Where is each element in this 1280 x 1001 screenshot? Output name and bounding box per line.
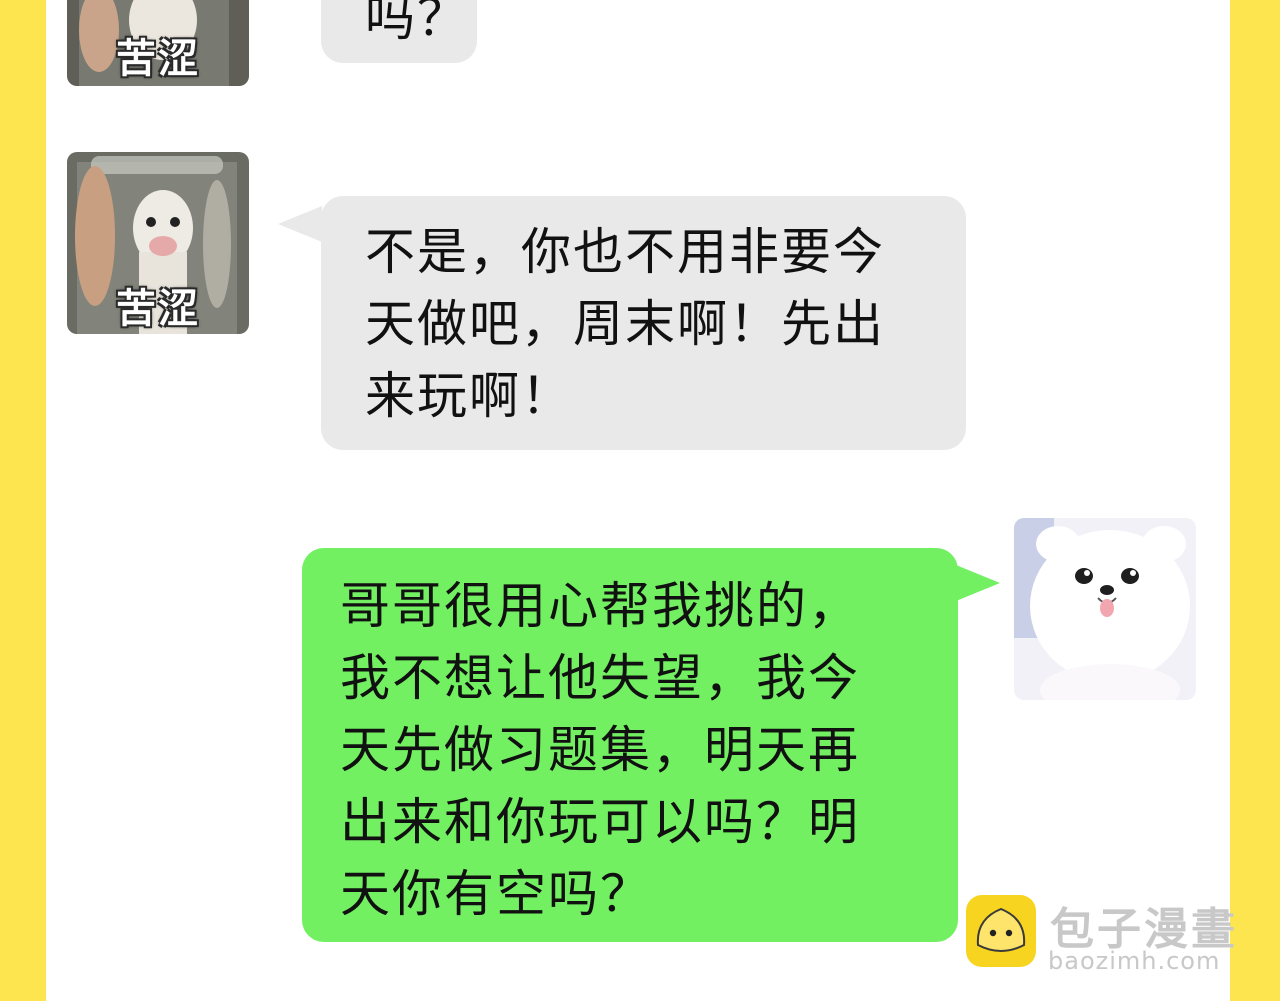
bubble-tail (278, 206, 322, 242)
avatar-caption: 苦涩 (116, 36, 200, 82)
message-text: 哥哥很用心帮我挑的， 我不想让他失望，我今 天先做习题集，明天再 出来和你玩可以… (340, 577, 860, 923)
alpaca-avatar: 苦涩 (67, 152, 249, 334)
outgoing-message-bubble: 哥哥很用心帮我挑的， 我不想让他失望，我今 天先做习题集，明天再 出来和你玩可以… (302, 548, 958, 942)
right-yellow-stripe (1230, 0, 1280, 1001)
bubble-tail (956, 565, 1000, 601)
white-puppy-avatar (1014, 518, 1196, 700)
message-text: 不是，你也不用非要今 天做吧，周末啊！先出 来玩啊！ (365, 223, 885, 425)
left-yellow-stripe (0, 0, 46, 1001)
incoming-message-bubble: 不是，你也不用非要今 天做吧，周末啊！先出 来玩啊！ (321, 196, 966, 450)
avatar-caption: 苦涩 (116, 286, 200, 332)
alpaca-avatar: 苦涩 (67, 0, 249, 86)
bun-logo-icon (966, 895, 1036, 967)
message-text: 吗？ (365, 0, 469, 47)
watermark: 包子漫畫 baozimh.com (966, 893, 1246, 977)
incoming-message-bubble: 吗？ (321, 0, 477, 63)
watermark-url: baozimh.com (1048, 947, 1221, 975)
